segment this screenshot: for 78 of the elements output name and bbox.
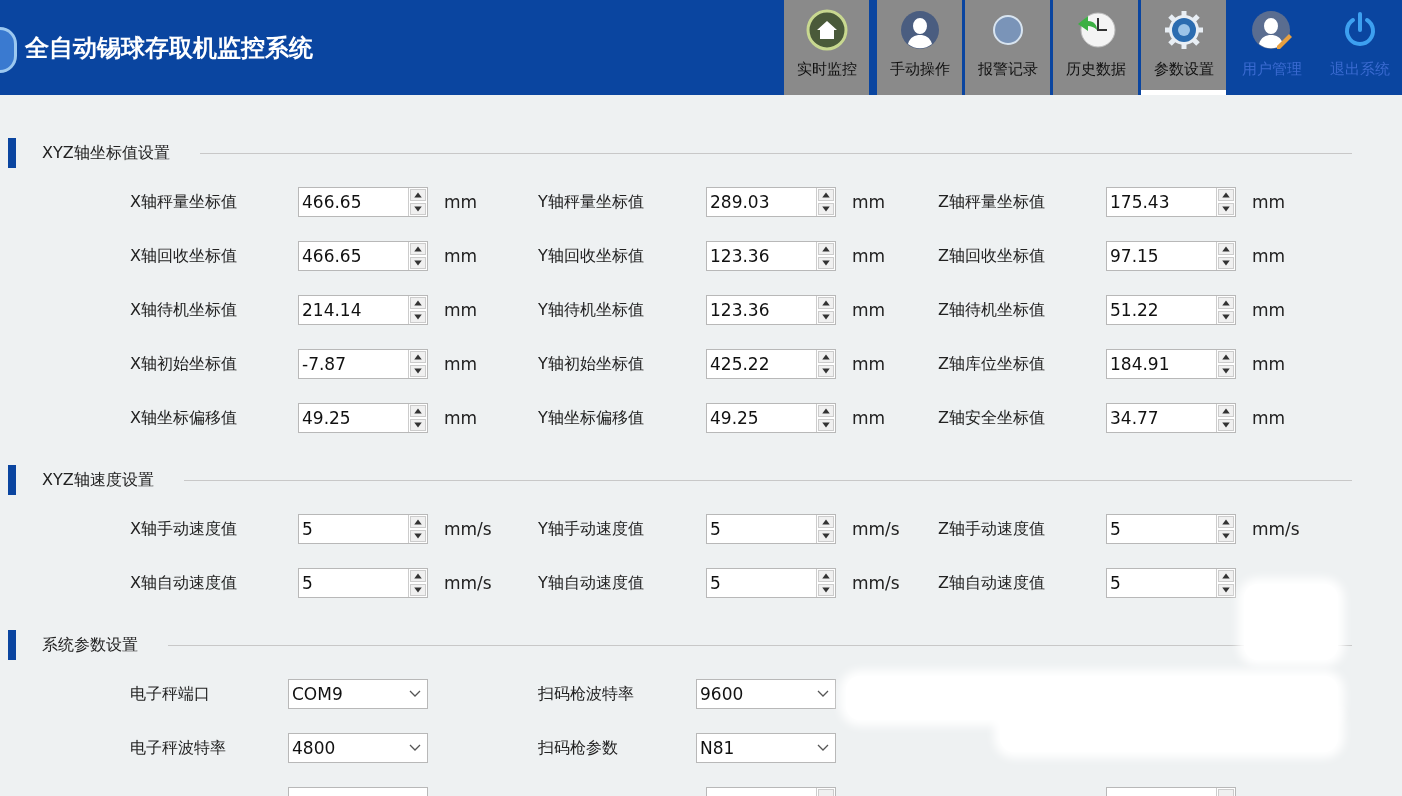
unit-label: mm — [1251, 408, 1287, 428]
field-label: Y轴待机坐标值 — [538, 299, 645, 321]
spin-field[interactable]: 289.03 — [706, 187, 836, 217]
field-label: Z轴自动速度值 — [938, 572, 1046, 594]
unit-label: mm/s — [1251, 519, 1301, 539]
nav-tab[interactable]: 参数设置 — [1141, 0, 1226, 95]
field-label: X轴坐标偏移值 — [130, 407, 238, 429]
unit-label: mm/s — [443, 519, 493, 539]
field-label: X轴初始坐标值 — [130, 353, 238, 375]
field-label: Z轴秤量坐标值 — [938, 191, 1046, 213]
field-label: Y轴自动速度值 — [538, 572, 645, 594]
nav-tab[interactable]: 手动操作 — [877, 0, 962, 95]
app-title: 全自动锡球存取机监控系统 — [25, 33, 313, 62]
field-label: 电子秤端口 — [130, 683, 211, 705]
spin-field[interactable]: 34.77 — [1106, 403, 1236, 433]
dropdown-field[interactable]: 9600 — [696, 679, 836, 709]
spin-field[interactable]: 49.25 — [298, 403, 428, 433]
unit-label: mm — [851, 246, 887, 266]
unit-label: mm/s — [851, 573, 901, 593]
unit-label: mm — [851, 354, 887, 374]
unit-label: mm — [443, 354, 479, 374]
unit-label: mm — [443, 408, 479, 428]
unit-label: mm/s — [851, 519, 901, 539]
field-label: X轴手动速度值 — [130, 518, 238, 540]
spin-field[interactable]: 5 — [706, 514, 836, 544]
nav-tab[interactable]: 报警记录 — [965, 0, 1050, 95]
spin-field[interactable]: 466.65 — [298, 241, 428, 271]
spin-field[interactable]: 49.25 — [706, 403, 836, 433]
field-label: X轴秤量坐标值 — [130, 191, 238, 213]
spin-field[interactable]: 5 — [1106, 568, 1236, 598]
spin-field[interactable]: 5 — [298, 514, 428, 544]
spin-field[interactable]: 97.15 — [1106, 241, 1236, 271]
field-label: Z轴待机坐标值 — [938, 299, 1046, 321]
unit-label: mm — [1251, 354, 1287, 374]
dropdown-field[interactable]: 4800 — [288, 733, 428, 763]
section-title: XYZ轴坐标值设置 — [42, 142, 170, 164]
nav-tab[interactable]: 历史数据 — [1053, 0, 1138, 95]
field-label: Z轴手动速度值 — [938, 518, 1046, 540]
field-label: X轴待机坐标值 — [130, 299, 238, 321]
section-title: 系统参数设置 — [42, 634, 138, 656]
field-label: Y轴回收坐标值 — [538, 245, 645, 267]
field-label: Z轴回收坐标值 — [938, 245, 1046, 267]
spin-field[interactable]: 51.22 — [1106, 295, 1236, 325]
field-label: Y轴初始坐标值 — [538, 353, 645, 375]
field-label: Z轴库位坐标值 — [938, 353, 1046, 375]
spin-field[interactable]: 5 — [298, 568, 428, 598]
field-label: Y轴秤量坐标值 — [538, 191, 645, 213]
field-label: 扫码枪参数 — [538, 737, 619, 759]
spin-field[interactable]: 5 — [706, 568, 836, 598]
field-label: Y轴手动速度值 — [538, 518, 645, 540]
spin-field[interactable]: 214.14 — [298, 295, 428, 325]
unit-label: mm — [851, 192, 887, 212]
unit-label: mm — [1251, 246, 1287, 266]
field-label: 扫码枪波特率 — [538, 683, 635, 705]
spin-field[interactable]: 5 — [1106, 514, 1236, 544]
spin-field[interactable]: 466.65 — [298, 187, 428, 217]
unit-label: mm — [443, 300, 479, 320]
dropdown-field[interactable]: COM9 — [288, 679, 428, 709]
unit-label: mm — [1251, 192, 1287, 212]
field-label: Z轴安全坐标值 — [938, 407, 1046, 429]
spin-field[interactable]: -7.87 — [298, 349, 428, 379]
section-title: XYZ轴速度设置 — [42, 469, 154, 491]
unit-label: mm/s — [443, 573, 493, 593]
unit-label: mm — [443, 246, 479, 266]
field-label: Y轴坐标偏移值 — [538, 407, 645, 429]
spin-field[interactable]: 184.91 — [1106, 349, 1236, 379]
nav-tab[interactable]: 实时监控 — [784, 0, 869, 95]
unit-label: mm — [1251, 300, 1287, 320]
spin-field[interactable]: 425.22 — [706, 349, 836, 379]
field-label: X轴回收坐标值 — [130, 245, 238, 267]
unit-label: mm — [443, 192, 479, 212]
spin-field[interactable]: 123.36 — [706, 241, 836, 271]
dropdown-field[interactable]: N81 — [696, 733, 836, 763]
unit-label: mm — [851, 300, 887, 320]
spin-field[interactable]: 175.43 — [1106, 187, 1236, 217]
field-label: X轴自动速度值 — [130, 572, 238, 594]
unit-label: mm — [851, 408, 887, 428]
spin-field[interactable]: 123.36 — [706, 295, 836, 325]
